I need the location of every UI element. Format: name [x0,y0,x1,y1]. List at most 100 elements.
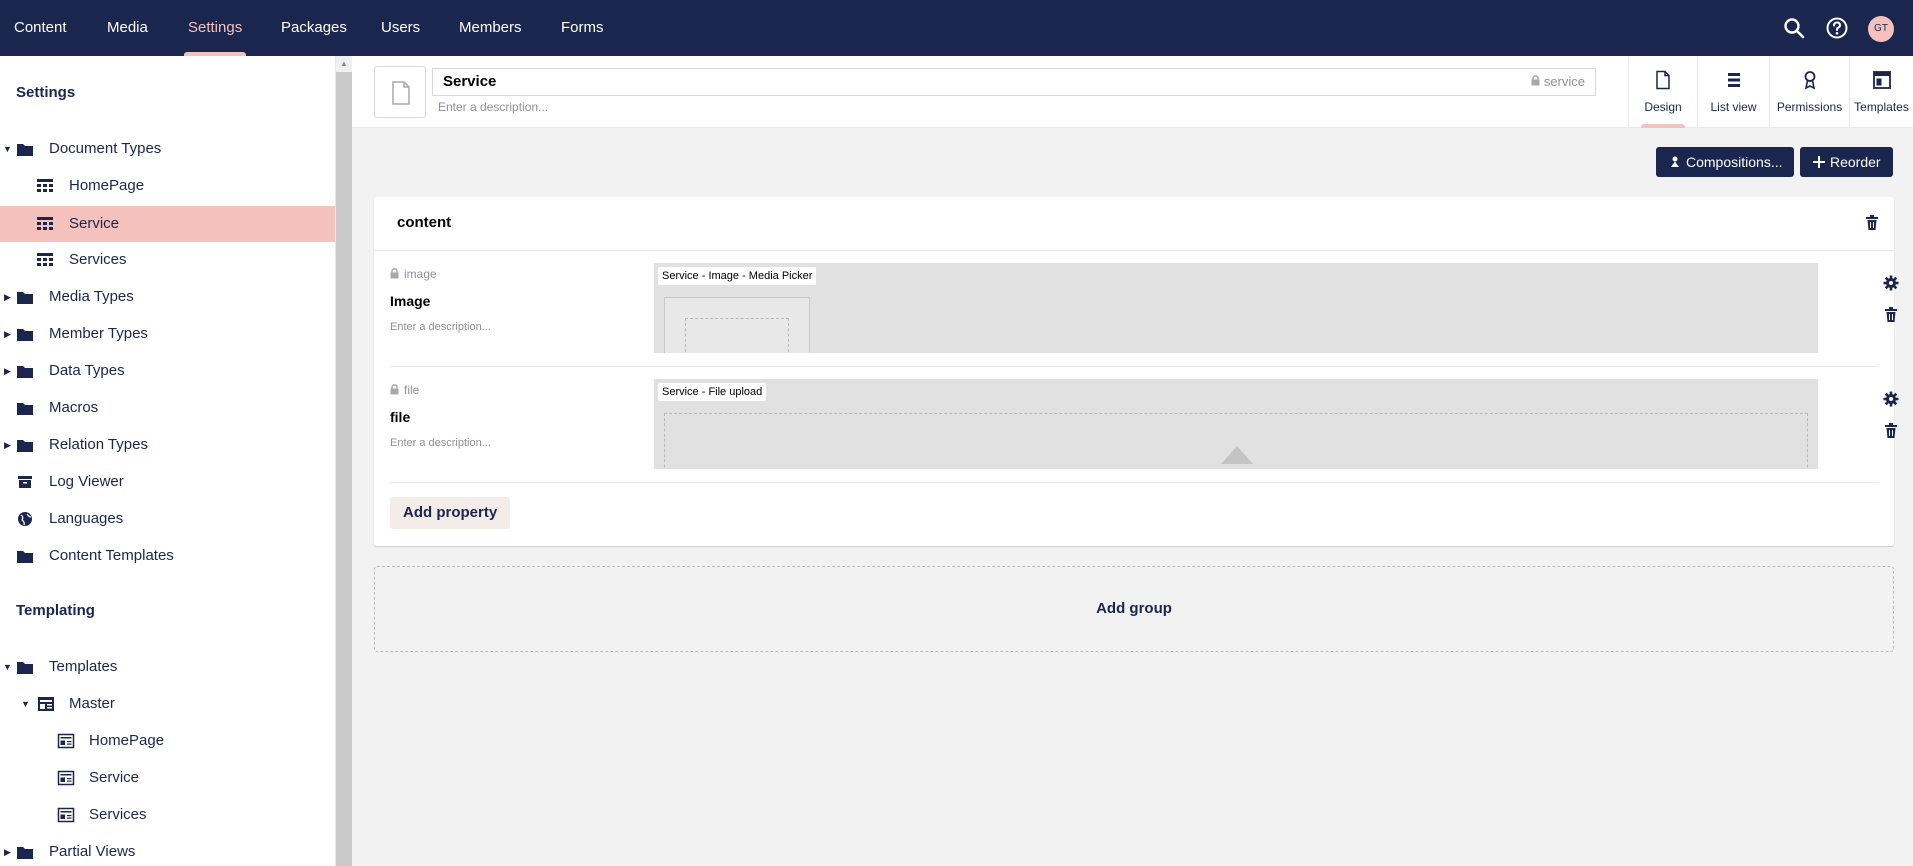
tab-templates[interactable]: Templates [1849,56,1913,128]
property-editor-preview[interactable]: Service - Image - Media Picker [654,263,1818,353]
lock-icon[interactable] [390,268,399,279]
nav-forms[interactable]: Forms [561,0,604,56]
box-icon [18,476,32,488]
lock-icon[interactable] [390,384,399,395]
reorder-button[interactable]: Reorder [1800,147,1893,177]
folder-icon [17,662,33,674]
trash-icon[interactable] [1884,423,1898,439]
template-icon [57,807,75,823]
tree-item-service[interactable]: Service [0,206,335,242]
templates-icon [1872,71,1891,89]
document-type-icon-picker[interactable] [374,66,426,118]
doc-type-icon [37,253,53,266]
doc-type-icon [37,179,53,192]
tree-item-media-types[interactable]: ▶ Media Types [0,279,335,315]
add-property-button[interactable]: Add property [390,497,511,529]
property-row-image: image Image Enter a description... Servi… [390,251,1899,367]
alias-field[interactable]: service [1531,69,1585,95]
compositions-button[interactable]: Compositions... [1656,147,1795,177]
gear-icon[interactable] [1883,391,1899,407]
tree-item-label: Data Types [49,362,125,379]
property-alias[interactable]: image [390,267,437,281]
name-input[interactable]: Service service [432,68,1596,96]
tree-item-member-types[interactable]: ▶ Member Types [0,316,335,352]
tree-item-label: Media Types [49,288,134,305]
media-picker-placeholder [664,297,810,353]
tree-item-log-viewer[interactable]: Log Viewer [0,464,335,500]
media-drop-area [685,318,789,353]
tree-item-data-types[interactable]: ▶ Data Types [0,353,335,389]
tree-item-services[interactable]: Services [0,242,335,278]
template-icon [38,697,54,711]
group-title[interactable]: content [397,214,451,231]
folder-icon [17,440,33,452]
nav-settings[interactable]: Settings [183,0,247,56]
tree-item-macros[interactable]: Macros [0,390,335,426]
caret-right-icon[interactable]: ▶ [4,279,11,315]
tab-permissions[interactable]: Permissions [1769,56,1849,128]
caret-right-icon[interactable]: ▶ [4,353,11,389]
tree-item-label: Service [89,769,140,786]
tree-item-relation-types[interactable]: ▶ Relation Types [0,427,335,463]
property-name[interactable]: file [390,409,410,425]
document-icon [392,81,410,105]
nav-media[interactable]: Media [107,0,148,56]
folder-icon [17,292,33,304]
tree-item-templates[interactable]: ▼ Templates [0,649,335,685]
tree-item-template-service[interactable]: Service [0,760,335,796]
top-navigation: Content Media Settings Packages Users Me… [0,0,1913,56]
nav-packages[interactable]: Packages [281,0,347,56]
property-name[interactable]: Image [390,293,430,309]
nav-members[interactable]: Members [459,0,522,56]
folder-icon [17,551,33,563]
help-icon[interactable] [1825,16,1849,40]
scroll-up-icon[interactable]: ▲ [336,56,352,72]
tree-item-template-homepage[interactable]: HomePage [0,723,335,759]
tree-item-label: Member Types [49,325,148,342]
trash-icon[interactable] [1865,215,1879,231]
settings-section-title: Settings [16,84,76,101]
file-drop-area [664,413,1808,469]
tree-item-partial-views[interactable]: ▶ Partial Views [0,834,335,866]
description-input[interactable]: Enter a description... [438,100,548,114]
user-avatar[interactable]: GT [1868,16,1894,42]
tree-item-master[interactable]: ▼ Master [0,686,335,722]
property-alias-value: image [404,267,437,281]
tree-item-label: Service [69,215,120,232]
search-icon[interactable] [1782,16,1806,40]
caret-down-icon[interactable]: ▼ [3,649,12,685]
property-description[interactable]: Enter a description... [390,437,491,449]
property-description[interactable]: Enter a description... [390,321,491,333]
add-group-button[interactable]: Add group [374,566,1894,652]
tree-item-template-services[interactable]: Services [0,797,335,833]
tree-item-label: HomePage [69,177,145,194]
trash-icon[interactable] [1884,307,1898,323]
compositions-label: Compositions... [1686,154,1783,170]
move-icon [1813,156,1825,168]
tree-item-content-templates[interactable]: Content Templates [0,538,335,574]
caret-right-icon[interactable]: ▶ [4,427,11,463]
tab-design[interactable]: Design [1628,56,1697,128]
sidebar-scrollbar[interactable]: ▲ [336,56,352,866]
nav-users[interactable]: Users [381,0,420,56]
lock-icon[interactable] [1531,75,1540,86]
caret-right-icon[interactable]: ▶ [4,316,11,352]
tree-item-label: Macros [49,399,99,416]
property-alias[interactable]: file [390,383,419,397]
tab-list-view[interactable]: List view [1697,56,1769,128]
tree-item-label: Content Templates [49,547,174,564]
gear-icon[interactable] [1883,275,1899,291]
caret-down-icon[interactable]: ▼ [21,686,30,722]
nav-content[interactable]: Content [14,0,67,56]
tree-item-label: Relation Types [49,436,148,453]
tree-item-homepage[interactable]: HomePage [0,168,335,204]
caret-right-icon[interactable]: ▶ [4,834,11,866]
editor-header: Service service Enter a description... D… [352,56,1913,128]
tab-label: Permissions [1776,100,1843,114]
property-editor-preview[interactable]: Service - File upload [654,379,1818,469]
tree-item-languages[interactable]: Languages [0,501,335,537]
folder-icon [17,847,33,859]
tree-item-document-types[interactable]: ▼ Document Types [0,131,335,167]
name-value: Service [443,73,497,90]
caret-down-icon[interactable]: ▼ [3,131,12,167]
